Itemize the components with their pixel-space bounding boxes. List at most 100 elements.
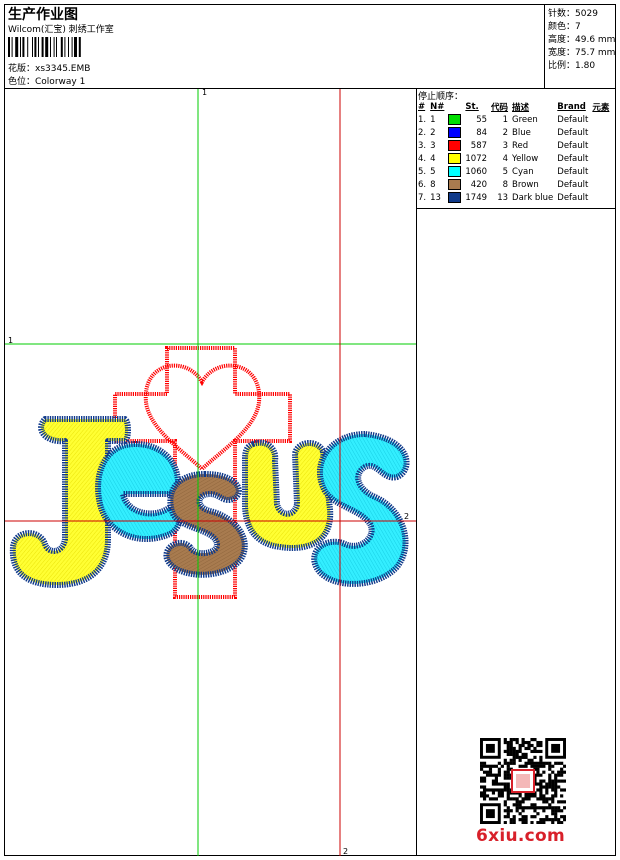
row-index: 4. <box>418 153 427 164</box>
color-sequence-table: # N# St. 代码 描述 Brand 元素 1. 1 55 1 Green Defau… <box>416 101 611 204</box>
design-file: 花版：xs3345.EMB <box>8 61 90 74</box>
row-code: 5 <box>502 166 509 177</box>
row-code: 4 <box>502 153 509 164</box>
table-header-row: # N# St. 代码 描述 Brand 元素 <box>416 101 611 113</box>
spec-width: 宽度：75.7 mm <box>548 48 616 58</box>
col-code: 代码 <box>491 103 509 113</box>
barcode <box>8 37 81 57</box>
row-code: 3 <box>502 140 509 151</box>
studio-name: Wilcom(汇宝) 刺绣工作室 <box>8 25 114 35</box>
row-index: 6. <box>418 179 427 190</box>
table-row: 2. 2 84 2 Blue Default <box>416 126 611 139</box>
colorway-value: Colorway 1 <box>35 77 86 87</box>
row-element <box>590 165 611 178</box>
specs-divider <box>544 4 545 88</box>
row-brand: Default <box>557 179 589 190</box>
row-needle: 4 <box>430 153 436 164</box>
col-stitches: St. <box>465 102 479 112</box>
row-code: 1 <box>502 114 509 125</box>
page-title: 生产作业图 <box>8 7 78 23</box>
row-element <box>590 139 611 152</box>
row-brand: Default <box>557 192 589 203</box>
colorway-label: 色位： <box>8 77 36 87</box>
table-row: 3. 3 587 3 Red Default <box>416 139 611 152</box>
row-code: 13 <box>497 192 509 203</box>
design-value: xs3345.EMB <box>35 64 91 74</box>
row-stitches: 420 <box>470 179 488 190</box>
watermark-logo: 6xiu.com <box>476 826 566 846</box>
row-swatch <box>446 152 463 165</box>
color-swatch <box>448 192 462 203</box>
col-swatch <box>446 101 463 113</box>
row-desc: Cyan <box>512 166 534 177</box>
axis-label-bottom: 2 <box>343 847 349 856</box>
row-element <box>590 191 611 204</box>
color-swatch <box>448 140 462 151</box>
color-swatch <box>448 166 462 177</box>
row-element <box>590 113 611 126</box>
spec-stitches: 针数：5029 <box>548 9 598 19</box>
row-stitches: 84 <box>476 127 488 138</box>
row-desc: Dark blue <box>512 192 554 203</box>
table-row: 6. 8 420 8 Brown Default <box>416 178 611 191</box>
axis-label-left: 1 <box>8 336 14 345</box>
table-row: 1. 1 55 1 Green Default <box>416 113 611 126</box>
row-brand: Default <box>557 153 589 164</box>
row-stitches: 587 <box>470 140 488 151</box>
row-desc: Blue <box>512 127 531 138</box>
row-swatch <box>446 191 463 204</box>
table-row: 7. 13 1749 13 Dark blue Default <box>416 191 611 204</box>
axis-label-top: 1 <box>202 88 208 97</box>
qr-code <box>480 738 566 824</box>
spec-height: 高度：49.6 mm <box>548 35 616 45</box>
row-element <box>590 126 611 139</box>
row-swatch <box>446 139 463 152</box>
row-brand: Default <box>557 114 589 125</box>
row-brand: Default <box>557 140 589 151</box>
col-element: 元素 <box>592 103 610 113</box>
col-index: # <box>418 102 426 112</box>
color-swatch <box>448 127 462 138</box>
row-needle: 8 <box>430 179 436 190</box>
row-needle: 1 <box>430 114 436 125</box>
row-desc: Yellow <box>512 153 539 164</box>
letter-u <box>242 439 334 551</box>
row-desc: Green <box>512 114 538 125</box>
row-index: 1. <box>418 114 427 125</box>
design-label: 花版： <box>8 64 36 74</box>
row-element <box>590 152 611 165</box>
row-needle: 5 <box>430 166 436 177</box>
row-stitches: 1060 <box>465 166 488 177</box>
table-divider <box>416 208 616 209</box>
col-desc: 描述 <box>512 103 530 113</box>
colorway: 色位：Colorway 1 <box>8 74 85 87</box>
row-needle: 3 <box>430 140 436 151</box>
row-brand: Default <box>557 166 589 177</box>
row-stitches: 55 <box>476 114 488 125</box>
row-index: 5. <box>418 166 427 177</box>
row-swatch <box>446 165 463 178</box>
spec-colors: 颜色：7 <box>548 22 581 32</box>
row-code: 2 <box>502 127 509 138</box>
col-brand: Brand <box>557 102 586 112</box>
letter-e <box>95 441 183 542</box>
row-swatch <box>446 126 463 139</box>
row-stitches: 1072 <box>465 153 488 164</box>
table-row: 4. 4 1072 4 Yellow Default <box>416 152 611 165</box>
row-needle: 13 <box>430 192 441 203</box>
row-stitches: 1749 <box>465 192 488 203</box>
row-desc: Red <box>512 140 529 151</box>
row-swatch <box>446 113 463 126</box>
row-desc: Brown <box>512 179 539 190</box>
table-row: 5. 5 1060 5 Cyan Default <box>416 165 611 178</box>
row-swatch <box>446 178 463 191</box>
col-needle: N# <box>430 102 445 112</box>
color-swatch <box>448 114 462 125</box>
row-index: 3. <box>418 140 427 151</box>
embroidery-canvas <box>5 89 416 856</box>
row-index: 7. <box>418 192 427 203</box>
row-code: 8 <box>502 179 509 190</box>
spec-scale: 比例：1.80 <box>548 61 596 71</box>
color-swatch <box>448 179 462 190</box>
row-needle: 2 <box>430 127 436 138</box>
